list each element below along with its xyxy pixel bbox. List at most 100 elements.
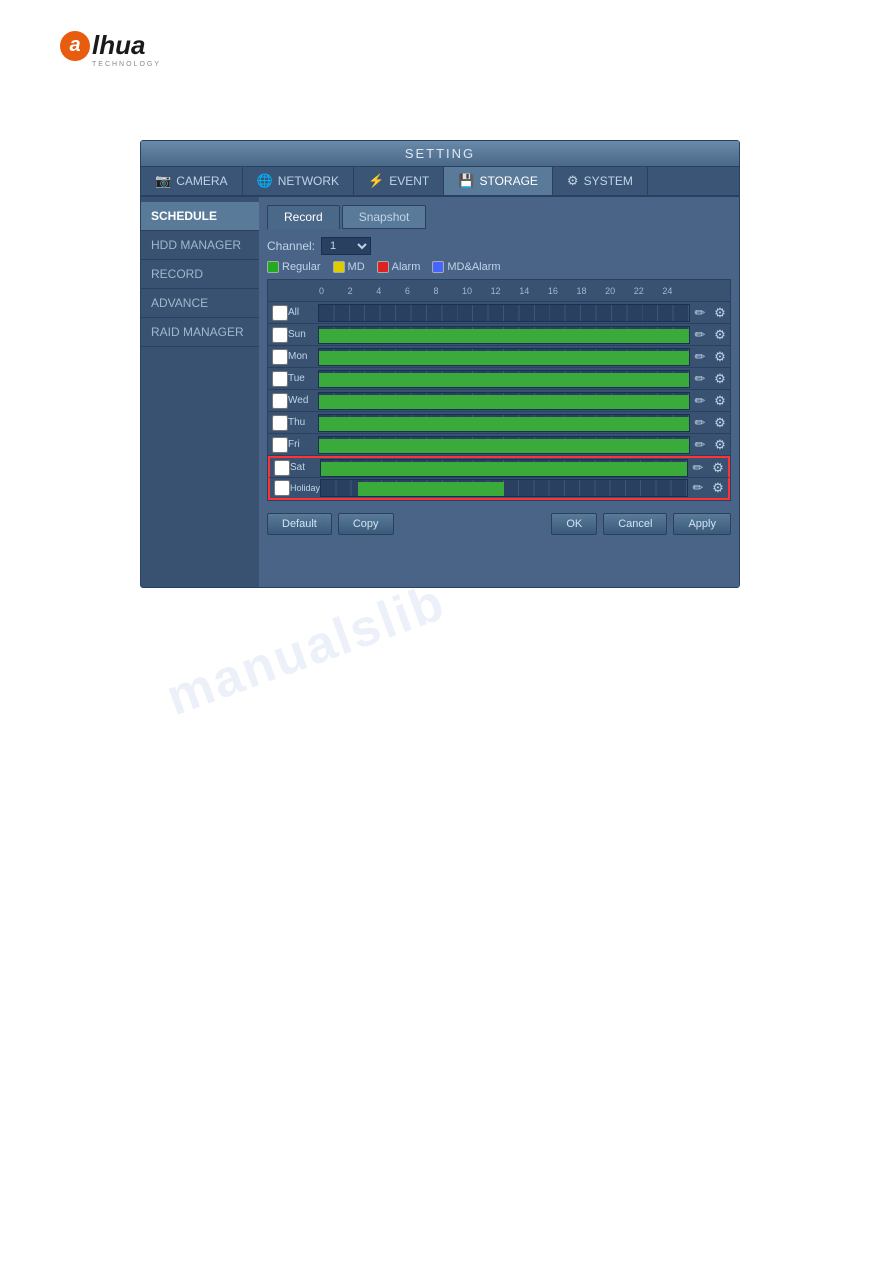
channel-select[interactable]: 1 2 3 4	[321, 237, 371, 255]
bars-thu[interactable]	[318, 414, 690, 432]
pencil-sun[interactable]: ✏	[690, 327, 710, 343]
row-thu: Thu ✏ ⚙	[268, 412, 730, 434]
bars-wed[interactable]	[318, 392, 690, 410]
sub-tab-snapshot[interactable]: Snapshot	[342, 205, 427, 229]
tab-network[interactable]: 🌐 NETWORK	[243, 167, 355, 195]
tick-16: 16	[547, 286, 576, 296]
sidebar-item-raid-manager[interactable]: RAID MANAGER	[141, 318, 259, 347]
tab-storage[interactable]: 💾 STORAGE	[444, 167, 553, 195]
tick-6: 6	[404, 286, 433, 296]
tick-2: 2	[347, 286, 376, 296]
tick-18: 18	[575, 286, 604, 296]
checkbox-mon[interactable]	[272, 349, 288, 365]
bars-tue[interactable]	[318, 370, 690, 388]
channel-label: Channel:	[267, 239, 315, 253]
btn-group-left: Default Copy	[267, 513, 394, 535]
tab-storage-label: STORAGE	[479, 174, 537, 188]
sub-tabs: Record Snapshot	[267, 205, 731, 229]
ok-button[interactable]: OK	[551, 513, 597, 535]
tick-14: 14	[518, 286, 547, 296]
regular-dot	[267, 261, 279, 273]
row-holiday: Holiday ✏ ⚙	[268, 478, 730, 500]
pencil-wed[interactable]: ✏	[690, 393, 710, 409]
gear-sat[interactable]: ⚙	[708, 460, 728, 476]
pencil-fri[interactable]: ✏	[690, 437, 710, 453]
label-wed: Wed	[288, 395, 318, 406]
sidebar-item-record[interactable]: RECORD	[141, 260, 259, 289]
btn-group-right: OK Cancel Apply	[551, 513, 731, 535]
time-header-row: 0 2 4 6 8 10 12 14 16 18 20 22 24	[268, 280, 730, 302]
watermark: manualslib	[159, 572, 454, 728]
tab-event-label: EVENT	[389, 174, 429, 188]
tab-network-label: NETWORK	[278, 174, 339, 188]
md-alarm-dot	[432, 261, 444, 273]
bars-sat[interactable]	[320, 459, 688, 477]
legend: Regular MD Alarm MD&Alarm	[267, 261, 731, 273]
network-icon: 🌐	[257, 173, 273, 189]
row-sat: Sat ✏ ⚙	[268, 456, 730, 478]
bars-all[interactable]	[318, 304, 690, 322]
gear-thu[interactable]: ⚙	[710, 415, 730, 431]
apply-button[interactable]: Apply	[673, 513, 731, 535]
sub-tab-record[interactable]: Record	[267, 205, 340, 229]
event-icon: ⚡	[368, 173, 384, 189]
storage-icon: 💾	[458, 173, 474, 189]
label-all: All	[288, 307, 318, 318]
tick-20: 20	[604, 286, 633, 296]
bars-fri[interactable]	[318, 436, 690, 454]
alarm-dot	[377, 261, 389, 273]
camera-icon: 📷	[155, 173, 171, 189]
gear-holiday[interactable]: ⚙	[708, 480, 728, 496]
legend-md: MD	[333, 261, 365, 273]
pencil-holiday[interactable]: ✏	[688, 480, 708, 496]
pencil-thu[interactable]: ✏	[690, 415, 710, 431]
checkbox-sat[interactable]	[274, 460, 290, 476]
tab-camera-label: CAMERA	[176, 174, 227, 188]
system-icon: ⚙	[567, 173, 579, 189]
pencil-sat[interactable]: ✏	[688, 460, 708, 476]
schedule-grid: 0 2 4 6 8 10 12 14 16 18 20 22 24	[267, 279, 731, 501]
copy-button[interactable]: Copy	[338, 513, 394, 535]
sidebar-item-advance[interactable]: ADVANCE	[141, 289, 259, 318]
checkbox-fri[interactable]	[272, 437, 288, 453]
tab-camera[interactable]: 📷 CAMERA	[141, 167, 243, 195]
default-button[interactable]: Default	[267, 513, 332, 535]
gear-wed[interactable]: ⚙	[710, 393, 730, 409]
checkbox-thu[interactable]	[272, 415, 288, 431]
gear-sun[interactable]: ⚙	[710, 327, 730, 343]
logo: a lhua TECHNOLOGY	[60, 30, 161, 68]
bars-mon[interactable]	[318, 348, 690, 366]
label-sun: Sun	[288, 329, 318, 340]
gear-fri[interactable]: ⚙	[710, 437, 730, 453]
tab-event[interactable]: ⚡ EVENT	[354, 167, 444, 195]
sidebar-item-hdd-manager[interactable]: HDD MANAGER	[141, 231, 259, 260]
pencil-tue[interactable]: ✏	[690, 371, 710, 387]
checkbox-sun[interactable]	[272, 327, 288, 343]
tab-system[interactable]: ⚙ SYSTEM	[553, 167, 648, 195]
row-wed: Wed ✏ ⚙	[268, 390, 730, 412]
bars-holiday[interactable]	[320, 479, 688, 497]
gear-mon[interactable]: ⚙	[710, 349, 730, 365]
gear-all[interactable]: ⚙	[710, 305, 730, 321]
checkbox-tue[interactable]	[272, 371, 288, 387]
row-tue: Tue ✏ ⚙	[268, 368, 730, 390]
logo-circle: a	[60, 31, 90, 61]
gear-tue[interactable]: ⚙	[710, 371, 730, 387]
pencil-mon[interactable]: ✏	[690, 349, 710, 365]
regular-label: Regular	[282, 261, 321, 273]
label-thu: Thu	[288, 417, 318, 428]
tab-bar: 📷 CAMERA 🌐 NETWORK ⚡ EVENT 💾 STORAGE ⚙ S…	[141, 167, 739, 197]
channel-row: Channel: 1 2 3 4	[267, 237, 731, 255]
checkbox-holiday[interactable]	[274, 480, 290, 496]
cancel-button[interactable]: Cancel	[603, 513, 667, 535]
checkbox-all[interactable]	[272, 305, 288, 321]
row-sun: Sun ✏ ⚙	[268, 324, 730, 346]
bars-sun[interactable]	[318, 326, 690, 344]
main-dialog: SETTING 📷 CAMERA 🌐 NETWORK ⚡ EVENT 💾 STO…	[140, 140, 740, 588]
checkbox-wed[interactable]	[272, 393, 288, 409]
tick-12: 12	[490, 286, 519, 296]
sidebar-item-schedule[interactable]: SCHEDULE	[141, 202, 259, 231]
pencil-all[interactable]: ✏	[690, 305, 710, 321]
main-panel: Record Snapshot Channel: 1 2 3 4 Regular	[259, 197, 739, 587]
content-area: SCHEDULE HDD MANAGER RECORD ADVANCE RAID…	[141, 197, 739, 587]
